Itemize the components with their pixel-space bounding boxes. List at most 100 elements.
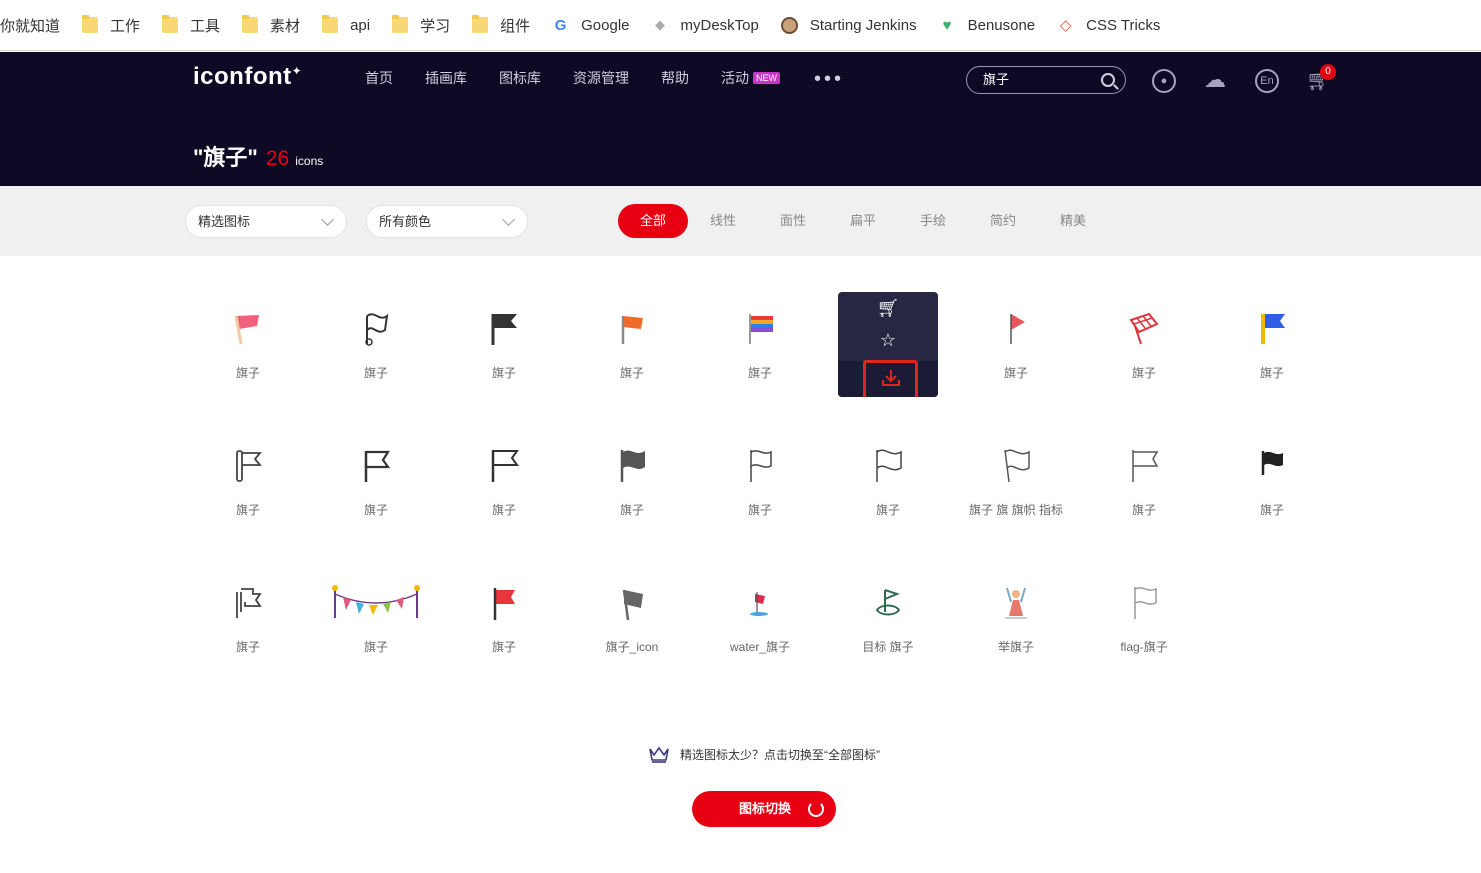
add-to-cart-icon[interactable]: 🛒︎ [877,298,900,319]
search-icon[interactable] [1101,73,1115,87]
result-query: "旗子" [193,145,258,170]
icon-card[interactable]: 旗子 [966,292,1066,397]
icon-card[interactable]: 旗子_icon [582,566,682,671]
color-select[interactable]: 所有颜色 [366,205,528,238]
language-icon[interactable]: En [1255,69,1279,93]
icon-card[interactable]: 旗子 [316,566,436,671]
icon-type-select[interactable]: 精选图标 [185,205,347,238]
icon-label: 旗子 [363,366,388,380]
icon-label: 旗子 [1259,503,1284,517]
icon-card[interactable]: 旗子 [454,292,554,397]
icon-label: 旗子 [1131,366,1156,380]
tab-flat[interactable]: 扁平 [828,204,898,238]
icon-card[interactable]: 旗子 旗 旗帜 指标 [966,429,1066,534]
icon-card[interactable]: 举旗子 [966,566,1066,671]
icon-card[interactable]: flag-旗子 [1094,566,1194,671]
logo-star-icon: ✦ [291,64,303,78]
bookmark-label: Starting Jenkins [809,16,917,34]
bookmark-folder[interactable]: 工具 [151,0,231,51]
select-value: 精选图标 [198,214,251,229]
icon-card[interactable]: 旗子 [198,566,298,671]
tab-fill[interactable]: 面性 [758,204,828,238]
bookmark-folder[interactable]: 你就知道 [0,0,71,51]
benusone-icon: ♥ [942,16,952,34]
folder-icon [242,15,259,33]
tab-exquisite[interactable]: 精美 [1038,204,1108,238]
star-icon[interactable]: ☆ [880,330,896,351]
search-input[interactable]: 旗子 [966,66,1126,94]
refresh-icon [808,801,824,817]
upload-cloud-icon[interactable]: ☁ [1203,69,1227,93]
nav-home[interactable]: 首页 [365,68,393,88]
bookmark-label: 工具 [190,17,221,35]
icon-card[interactable]: 旗子 [326,292,426,397]
icon-label: 目标 旗子 [862,640,914,654]
tip-text: 精选图标太少？点击切换至“全部图标” [680,747,880,762]
icon-label: 旗子 [747,503,772,517]
icon-card[interactable]: 旗子 [326,429,426,534]
nav-help[interactable]: 帮助 [661,68,689,88]
red-pennant-icon [1010,314,1025,344]
more-menu-icon[interactable]: ••• [814,69,844,89]
outline-flag-icon [491,450,519,482]
icon-label: 旗子 [235,366,260,380]
banner-flag-icon [236,450,262,482]
icon-card[interactable]: water_旗子 [710,566,810,671]
nav-icon-library[interactable]: 图标库 [499,68,541,88]
blue-flag-icon [1261,314,1285,344]
icon-card[interactable]: 旗子 [1094,429,1194,534]
icon-card[interactable]: 旗子 [710,292,810,397]
icon-card[interactable]: 旗子 [1222,292,1322,397]
crown-icon [649,746,669,763]
mydesktop-icon: ◆ [655,17,665,32]
icon-card[interactable]: 旗子 [1094,292,1194,397]
bookmark-label: api [350,16,371,34]
icon-label: 旗子 [363,640,388,654]
icon-label: 旗子 [1259,366,1284,380]
bookmark-benusone[interactable]: ♥ Benusone [928,0,1047,51]
tab-line[interactable]: 线性 [688,204,758,238]
folder-icon [392,15,409,33]
icon-card[interactable]: 旗子 [838,429,938,534]
folded-flag-icon [236,588,262,618]
icon-card[interactable]: 旗子 [454,429,554,534]
logo-text: iconfont [193,63,292,90]
download-button[interactable] [863,360,918,397]
icon-card[interactable]: 旗子 [710,429,810,534]
rainbow-flag-icon [749,314,773,344]
icon-card[interactable]: 目标 旗子 [838,566,938,671]
github-icon[interactable]: ● [1152,69,1176,93]
nav-illustrations[interactable]: 插画库 [425,68,467,88]
tab-simple[interactable]: 简约 [968,204,1038,238]
tab-all[interactable]: 全部 [618,204,688,238]
icon-label: 旗子 [235,503,260,517]
icon-card[interactable]: 旗子 [582,292,682,397]
bookmark-folder[interactable]: api [311,0,381,51]
jenkins-icon [780,16,798,34]
icon-card[interactable]: 旗子 [454,566,554,671]
golf-target-flag-icon [875,589,901,616]
icon-card[interactable]: 旗子 [1222,429,1322,534]
bookmark-google[interactable]: G Google [541,0,640,51]
result-count: 26 [265,147,290,170]
icon-switch-button[interactable]: 图标切换 [692,791,836,827]
icon-card[interactable]: 旗子 [582,429,682,534]
iconfont-logo[interactable]: iconfont✦ [193,63,302,91]
hovered-icon-card[interactable]: 🛒︎ ☆ [838,292,938,397]
bookmark-label: 组件 [500,17,531,35]
bookmark-jenkins[interactable]: Starting Jenkins [770,0,928,51]
nav-events[interactable]: 活动 NEW [721,68,780,88]
bookmark-label: CSS Tricks [1086,16,1161,34]
bookmark-folder[interactable]: 素材 [231,0,311,51]
bookmark-folder[interactable]: 组件 [461,0,541,51]
bookmark-mydesktop[interactable]: ◆ myDeskTop [641,0,770,51]
tab-hand-drawn[interactable]: 手绘 [898,204,968,238]
icon-card[interactable]: 旗子 [198,429,298,534]
bookmark-folder[interactable]: 学习 [381,0,461,51]
icon-card[interactable]: 旗子 [198,292,298,397]
bookmark-label: 你就知道 [0,17,61,35]
nav-resource-management[interactable]: 资源管理 [573,68,629,88]
bookmark-css-tricks[interactable]: ◇ CSS Tricks [1046,0,1171,51]
bookmark-folder[interactable]: 工作 [71,0,151,51]
pink-flag-icon [234,315,259,345]
